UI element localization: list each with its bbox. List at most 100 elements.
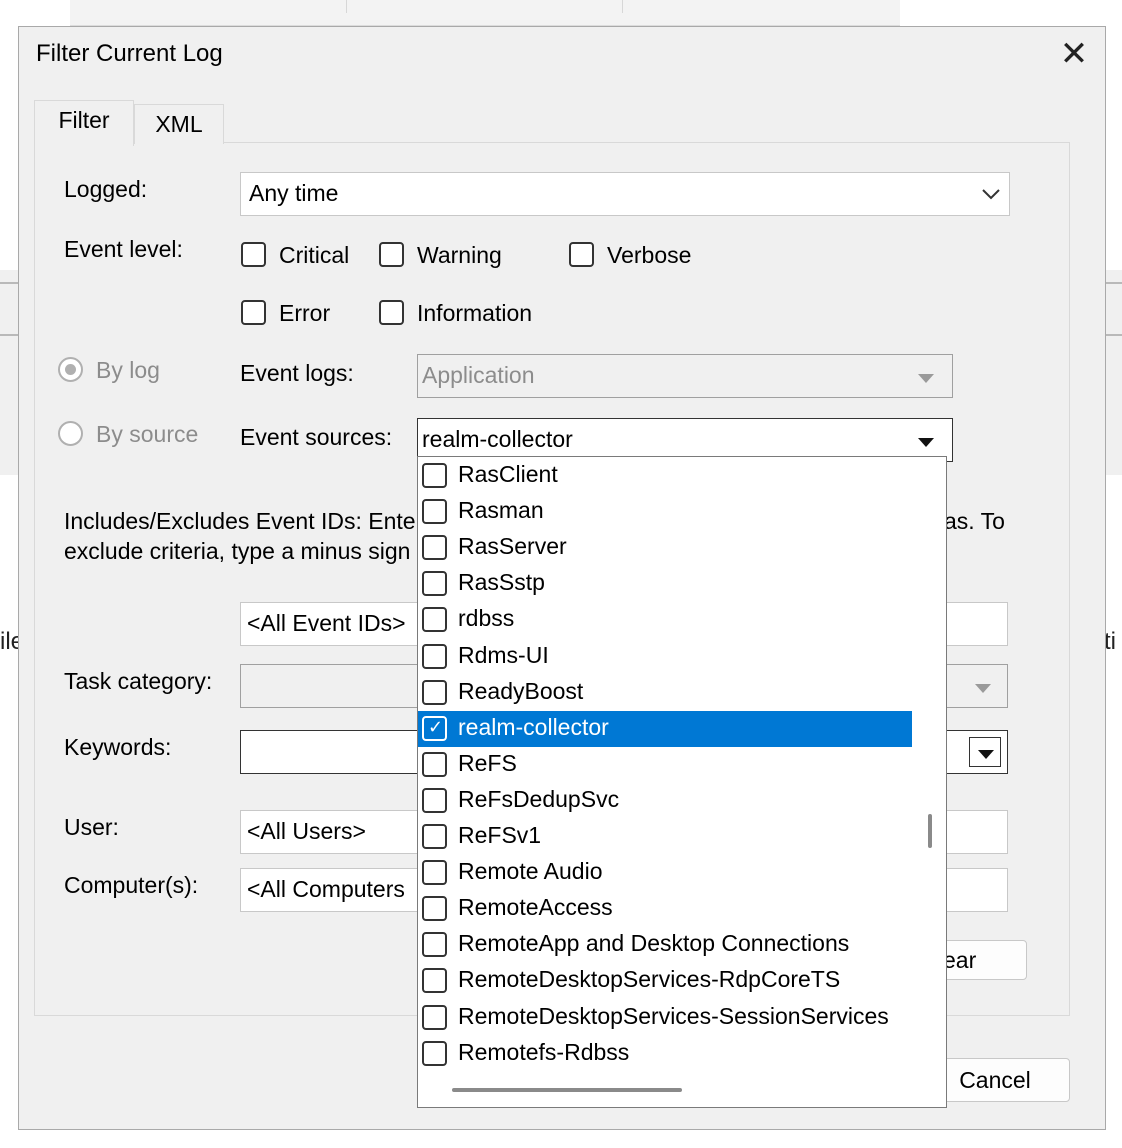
source-label: ReFSv1 [458,822,542,848]
error-checkbox[interactable] [241,300,266,325]
source-checkbox[interactable] [422,463,447,488]
source-checkbox[interactable] [422,1040,447,1066]
list-vertical-scrollbar[interactable] [928,814,932,848]
source-label: ReadyBoost [458,677,584,704]
task-category-label: Task category: [64,668,213,694]
list-item[interactable]: RemoteDesktopServices-SessionServices [418,1000,912,1036]
information-label: Information [417,300,533,326]
source-label: RemoteDesktopServices-RdpCoreTS [458,966,841,993]
event-sources-value: realm-collector [422,426,573,452]
warning-checkbox[interactable] [379,242,404,267]
chevron-down-icon [982,189,1000,200]
list-item[interactable]: Rdms-UI [418,639,912,675]
source-checkbox[interactable] [422,824,447,849]
verbose-checkbox[interactable] [569,242,594,267]
event-logs-label: Event logs: [240,360,354,386]
event-logs-select[interactable]: Application [417,354,953,398]
source-label: RasSstp [458,569,545,596]
source-checkbox[interactable] [422,571,447,597]
source-checkbox[interactable] [422,896,447,922]
information-checkbox[interactable] [379,300,404,325]
source-label: rdbss [458,605,515,632]
source-checkbox[interactable] [422,787,447,813]
source-checkbox[interactable] [422,751,447,777]
event-ids-help-line1: Includes/Excludes Event IDs: Enter [64,508,424,534]
source-label: Remote Audio [458,858,603,885]
source-checkbox[interactable] [422,860,447,886]
list-item[interactable]: RemoteApp and Desktop Connections [418,927,912,963]
list-item[interactable]: RasSstp [418,566,912,602]
by-source-radio[interactable] [58,421,83,446]
source-label: Rdms-UI [458,641,549,668]
list-item[interactable]: RasServer [418,530,912,566]
list-item[interactable]: RasClient [418,458,912,494]
source-checkbox[interactable] [422,1004,447,1030]
chevron-down-icon [918,374,934,383]
critical-label: Critical [279,242,350,268]
list-item[interactable]: ✓ realm-collector [418,710,912,747]
source-checkbox[interactable] [422,679,447,705]
source-checkbox[interactable] [422,932,447,958]
list-item[interactable]: Remote Audio [418,855,912,891]
event-ids-help-line1-end: as. To [944,508,1005,534]
event-sources-list[interactable]: RasClient Rasman RasServer RasSstp rdbss Rdms… [417,456,947,1108]
background-column-divider [622,0,623,13]
source-label: RasServer [458,533,567,560]
by-log-radio[interactable] [58,357,83,382]
critical-checkbox[interactable] [241,242,266,267]
event-level-label: Event level: [64,236,183,262]
source-label: ReFsDedupSvc [458,785,620,812]
list-item[interactable]: Rasman [418,494,912,530]
list-item[interactable]: RemoteAccess [418,891,912,927]
by-source-label: By source [96,421,199,447]
background-column-divider [346,0,347,13]
source-label: RemoteApp and Desktop Connections [458,930,850,957]
list-item[interactable]: RemoteDesktopServices-RdpCoreTS [418,963,912,999]
tab-filter-label: Filter [58,107,110,133]
source-checkbox[interactable] [422,535,447,561]
user-label: User: [64,814,119,840]
list-item[interactable]: rdbss [418,602,912,638]
list-item[interactable]: Remotefs-Rdbss [418,1036,912,1072]
tab-filter[interactable]: Filter [34,100,134,146]
by-log-label: By log [96,357,160,383]
source-label: RemoteDesktopServices-SessionServices [458,1002,889,1029]
source-label: Remotefs-Rdbss [458,1038,630,1065]
list-item[interactable]: ReFsDedupSvc [418,783,912,819]
background-table-header [70,0,900,26]
event-logs-value: Application [422,362,535,388]
logged-select[interactable]: Any time [240,172,1010,216]
logged-label: Logged: [64,176,148,202]
list-item[interactable]: ReadyBoost [418,675,912,711]
tab-xml[interactable]: XML [134,104,224,144]
warning-label: Warning [417,242,502,268]
checkmark-icon: ✓ [428,716,444,737]
source-label: ReFS [458,749,517,776]
source-label: RemoteAccess [458,894,613,921]
source-checkbox[interactable] [422,499,447,525]
chevron-down-icon [975,684,991,693]
source-label: Rasman [458,497,544,524]
computers-label: Computer(s): [64,872,199,898]
source-label: realm-collector [458,713,609,740]
source-label: RasClient [458,461,558,487]
list-item[interactable]: ReFSv1 [418,819,912,855]
list-horizontal-scrollbar[interactable] [452,1088,682,1092]
keywords-label: Keywords: [64,734,172,760]
source-checkbox[interactable] [422,643,447,669]
list-item[interactable]: ReFS [418,747,912,783]
source-checkbox[interactable] [422,607,447,633]
event-ids-help-line2: exclude criteria, type a minus sign [64,538,411,564]
chevron-down-icon [978,750,994,759]
chevron-down-icon [918,438,934,447]
tab-xml-label: XML [155,111,203,137]
event-sources-label: Event sources: [240,424,393,450]
keywords-dropdown-button[interactable] [969,737,1001,767]
source-checkbox[interactable] [422,968,447,994]
dialog-title: Filter Current Log [36,40,223,67]
logged-value: Any time [249,180,339,206]
source-checkbox[interactable]: ✓ [422,715,447,741]
verbose-label: Verbose [607,242,692,268]
close-icon[interactable]: ✕ [1056,36,1092,72]
error-label: Error [279,300,331,326]
